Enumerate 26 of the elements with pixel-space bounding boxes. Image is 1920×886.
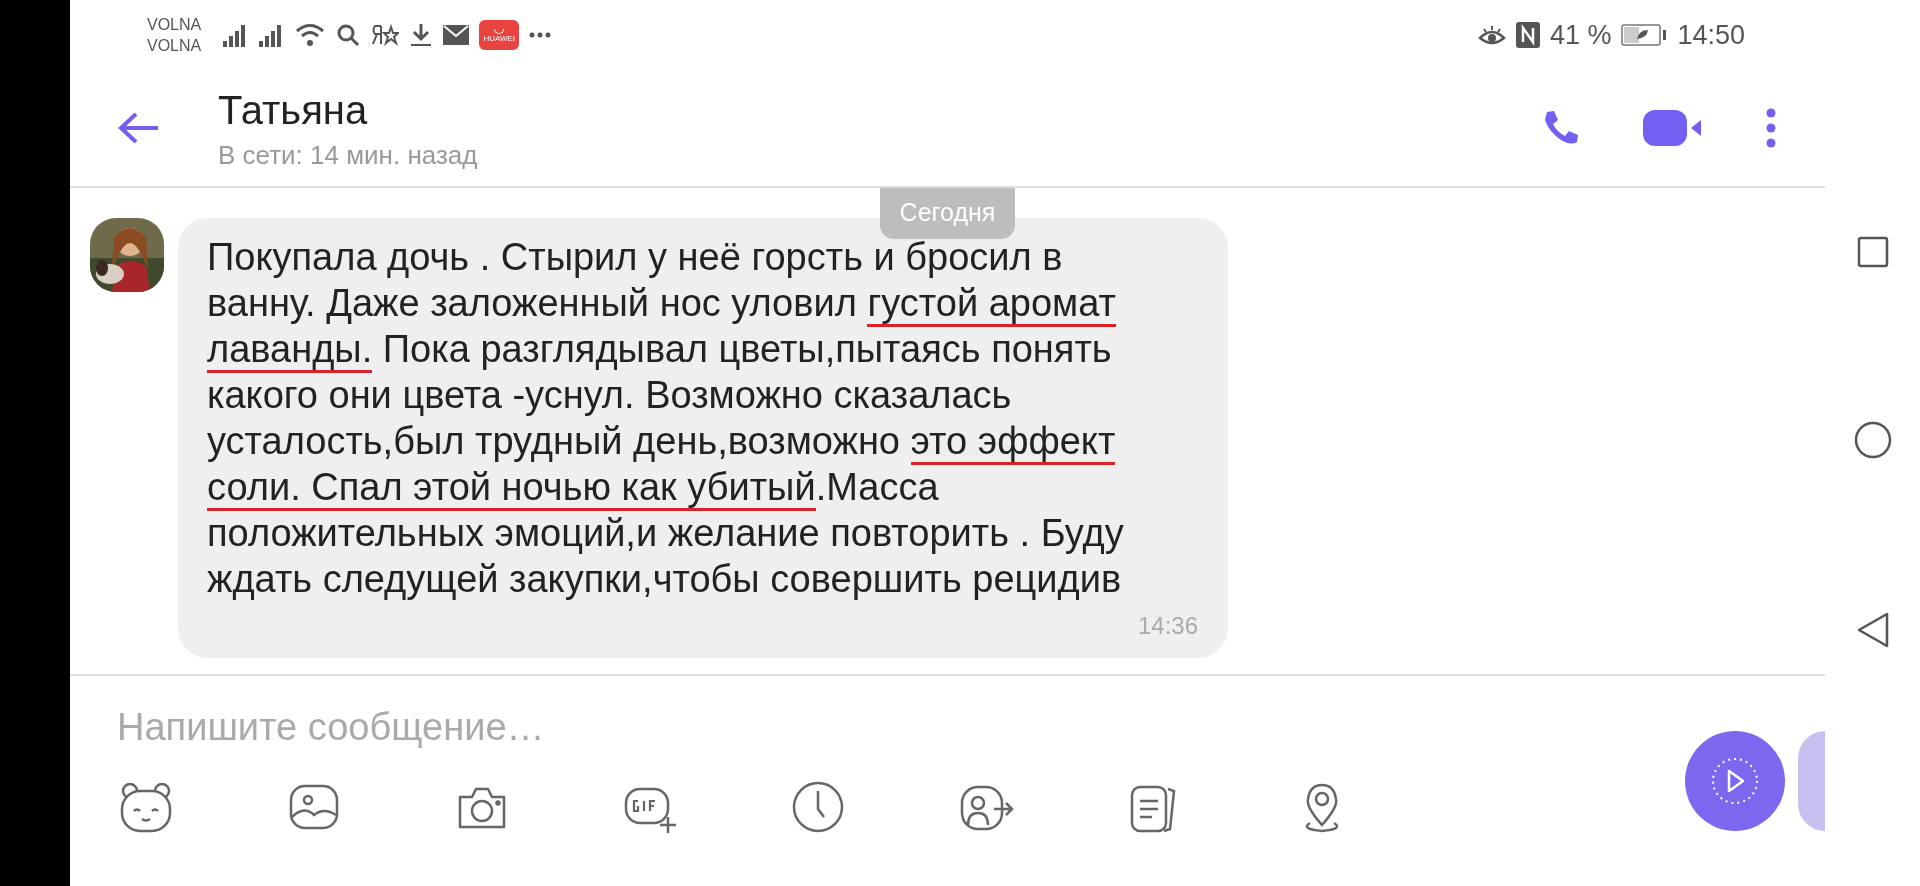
mail-icon [443,25,470,45]
clock-time: 14:50 [1677,19,1745,51]
recent-apps-icon[interactable] [1856,236,1889,268]
more-icon [529,32,552,38]
star-icon [371,23,400,47]
message-time: 14:36 [1137,612,1198,640]
carrier-name: VOLNA [147,15,202,35]
download-icon [409,22,434,48]
clock-icon[interactable] [790,779,846,835]
message-input[interactable]: Напишите сообщение… [117,706,877,749]
contact-name: Татьяна [218,86,369,134]
back-arrow-icon[interactable] [118,111,160,145]
wifi-icon [295,22,326,48]
date-label: Сегодня [879,188,1016,239]
carrier-name: VOLNA [147,36,202,56]
nfc-icon [1515,22,1540,48]
eye-icon [1477,24,1506,46]
menu-icon[interactable] [1765,108,1777,148]
battery-percent: 41 % [1549,19,1612,51]
search-icon [335,22,362,48]
voice-message-button[interactable] [1685,731,1785,831]
back-icon[interactable] [1856,612,1889,648]
battery-icon [1621,24,1668,46]
app-store-icon: HUAWEI [479,20,520,50]
last-seen-status: В сети: 14 мин. назад [218,139,479,171]
home-icon[interactable] [1853,421,1892,459]
